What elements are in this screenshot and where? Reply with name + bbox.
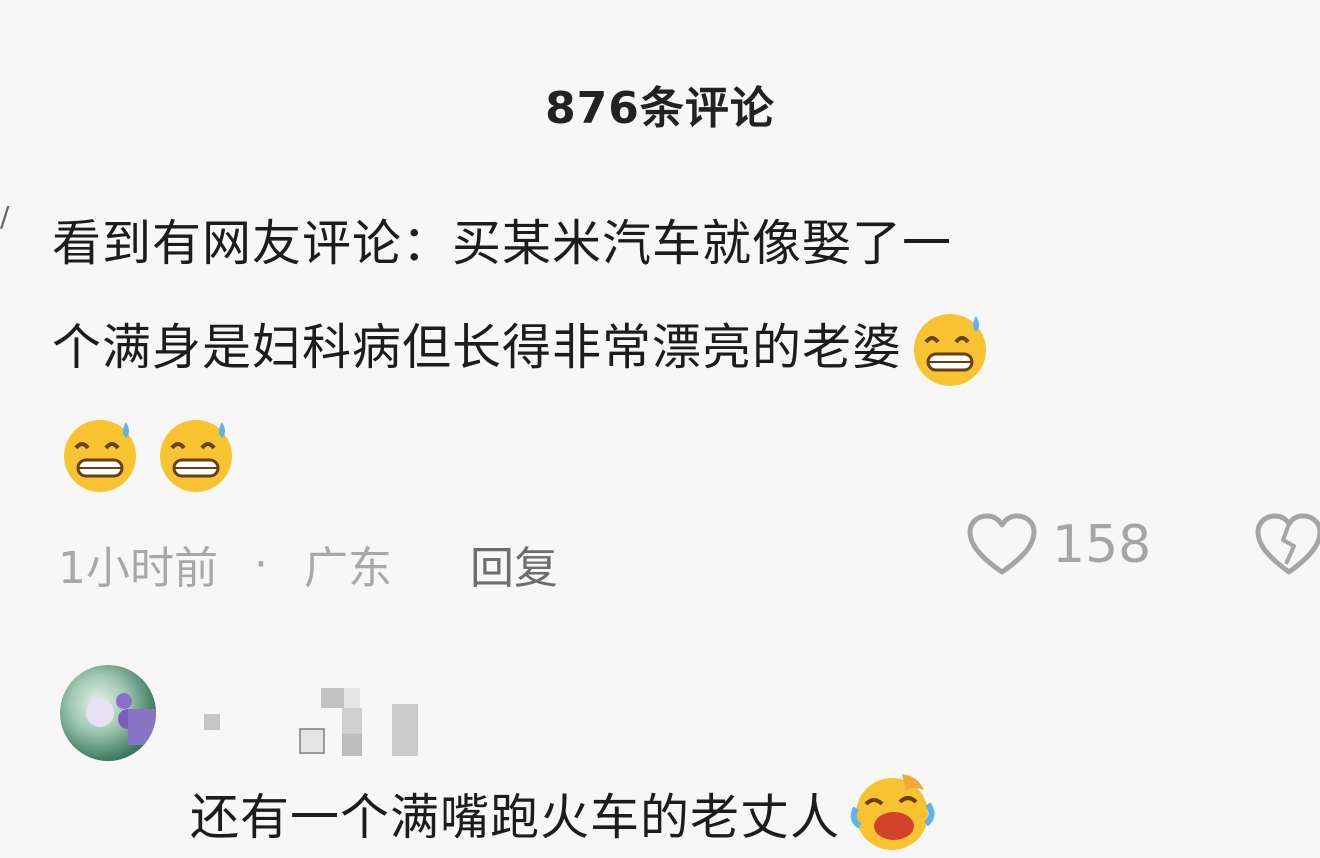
reply-comment-text: 还有一个满嘴跑火车的老丈人 <box>190 788 841 846</box>
emoji-row <box>52 412 238 496</box>
edge-fragment: / <box>0 200 10 233</box>
sweat-smile-emoji-icon <box>154 412 238 496</box>
comment-line-1: 看到有网友评论：买某米汽车就像娶了一 <box>52 215 953 272</box>
sweat-smile-emoji-icon <box>58 412 142 496</box>
heart-outline-icon <box>967 513 1037 575</box>
comment-meta: 1小时前 · 广东 回复 <box>58 532 558 596</box>
like-button[interactable]: 158 <box>966 512 1151 578</box>
comment-body: 看到有网友评论：买某米汽车就像娶了一 个满身是妇科病但长得非常漂亮的老婆 <box>52 192 1302 400</box>
reply-button[interactable]: 回复 <box>470 532 558 596</box>
broken-heart-icon[interactable] <box>1254 512 1320 578</box>
comment-line-2: 个满身是妇科病但长得非常漂亮的老婆 <box>52 319 903 376</box>
avatar[interactable] <box>60 665 156 761</box>
sweat-smile-emoji-icon <box>908 306 992 390</box>
like-count: 158 <box>1052 515 1152 575</box>
comments-count-title: 876条评论 <box>545 83 775 134</box>
laughing-crying-emoji-icon <box>846 768 936 858</box>
meta-separator: · <box>254 538 268 590</box>
comment-location: 广东 <box>304 543 392 594</box>
reply-comment-body: 还有一个满嘴跑火车的老丈人 <box>190 768 936 858</box>
comment-time: 1小时前 <box>58 543 218 594</box>
